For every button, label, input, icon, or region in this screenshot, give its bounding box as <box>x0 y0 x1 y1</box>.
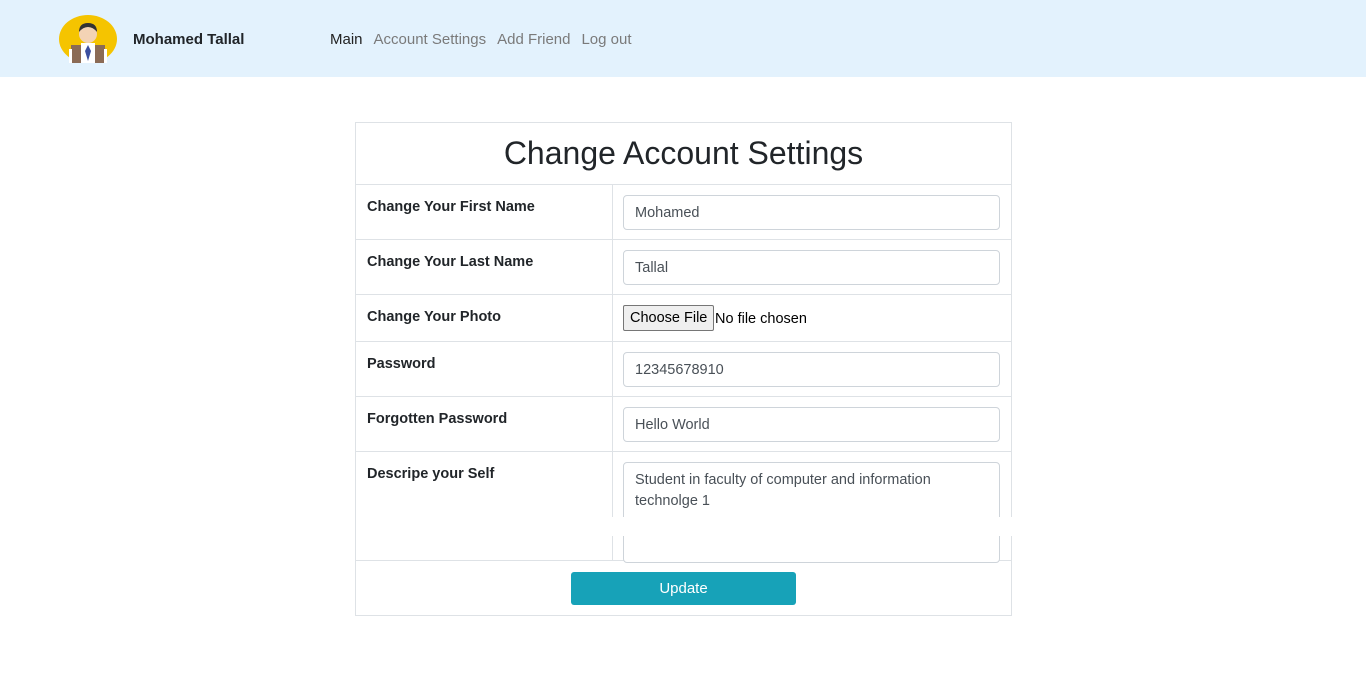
row-password: Password <box>356 342 1011 397</box>
row-forgotten-password: Forgotten Password <box>356 397 1011 452</box>
describe-textarea[interactable]: Student in faculty of computer and infor… <box>623 462 1000 563</box>
last-name-label: Change Your Last Name <box>356 240 613 294</box>
row-photo: Change Your Photo Choose File No file ch… <box>356 295 1011 342</box>
describe-label: Descripe your Self <box>356 452 613 560</box>
settings-form: Change Account Settings Change Your Firs… <box>355 122 1013 616</box>
navbar: Mohamed Tallal Main Account Settings Add F… <box>0 0 1366 77</box>
nav-link-account-settings[interactable]: Account Settings <box>374 31 487 48</box>
file-status: No file chosen <box>715 311 807 327</box>
password-input[interactable] <box>623 352 1000 387</box>
describe-cell: Student in faculty of computer and infor… <box>613 452 1011 563</box>
nav-links: Main Account Settings Add Friend Log out <box>330 31 643 48</box>
forgotten-password-cell <box>613 397 1011 451</box>
password-label: Password <box>356 342 613 396</box>
first-name-input[interactable] <box>623 195 1000 230</box>
form-title: Change Account Settings <box>356 123 1011 185</box>
first-name-cell <box>613 185 1011 239</box>
update-row: Update <box>356 560 1011 615</box>
last-name-cell <box>613 240 1011 294</box>
first-name-label: Change Your First Name <box>356 185 613 239</box>
user-name: Mohamed Tallal <box>133 31 245 48</box>
row-describe: Descripe your Self Student in faculty of… <box>356 452 1011 563</box>
update-button[interactable]: Update <box>571 572 796 605</box>
nav-link-main[interactable]: Main <box>330 31 363 48</box>
photo-label: Change Your Photo <box>356 295 613 341</box>
last-name-input[interactable] <box>623 250 1000 285</box>
nav-link-add-friend[interactable]: Add Friend <box>497 31 570 48</box>
row-first-name: Change Your First Name <box>356 185 1011 240</box>
render-gap <box>356 517 1013 536</box>
photo-cell: Choose File No file chosen <box>613 295 1011 341</box>
choose-file-button[interactable]: Choose File <box>623 305 715 331</box>
user-avatar-icon[interactable] <box>59 15 117 63</box>
password-cell <box>613 342 1011 396</box>
forgotten-password-input[interactable] <box>623 407 1000 442</box>
row-last-name: Change Your Last Name <box>356 240 1011 295</box>
forgotten-password-label: Forgotten Password <box>356 397 613 451</box>
nav-link-log-out[interactable]: Log out <box>581 31 631 48</box>
